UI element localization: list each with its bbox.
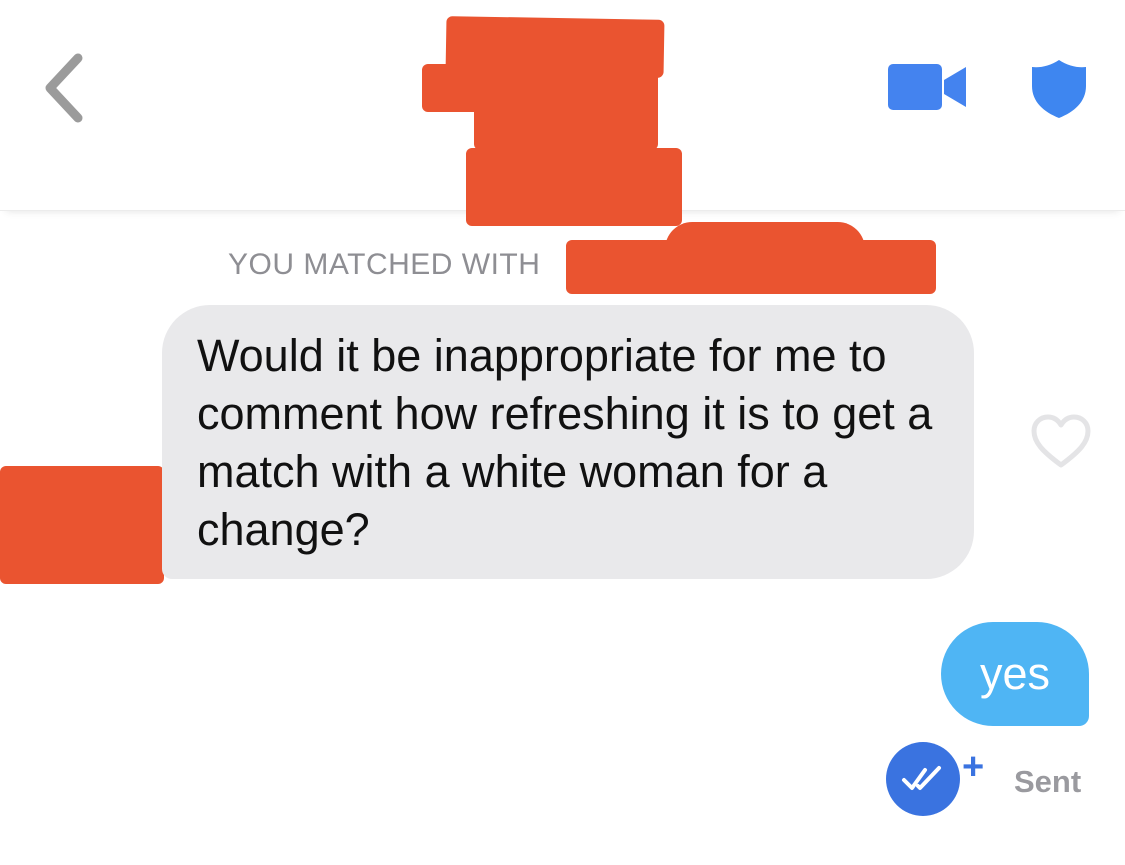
match-banner-label: YOU MATCHED WITH — [228, 248, 541, 281]
redacted-match-name — [665, 222, 865, 252]
incoming-message-bubble[interactable]: Would it be inappropriate for me to comm… — [162, 305, 974, 579]
incoming-message-text: Would it be inappropriate for me to comm… — [197, 330, 933, 555]
outgoing-message-bubble[interactable]: yes — [941, 622, 1089, 726]
message-status: Sent — [1014, 764, 1082, 799]
shield-icon — [1032, 60, 1086, 118]
chevron-left-icon — [45, 53, 83, 123]
redacted-profile-photo — [474, 100, 658, 150]
read-receipt-button[interactable] — [886, 742, 960, 816]
safety-toolkit-button[interactable] — [1030, 58, 1088, 120]
double-check-icon — [902, 766, 941, 790]
plus-icon[interactable]: + — [962, 748, 984, 786]
chat-screen: YOU MATCHED WITH Would it be inappropria… — [0, 0, 1125, 865]
video-camera-icon — [888, 64, 966, 110]
redacted-sender-avatar — [0, 466, 164, 584]
redacted-profile-name — [466, 148, 682, 226]
video-call-button[interactable] — [886, 62, 968, 112]
like-message-button[interactable] — [1030, 413, 1092, 471]
heart-outline-icon — [1031, 414, 1091, 468]
back-button[interactable] — [38, 48, 98, 128]
outgoing-message-text: yes — [979, 648, 1051, 699]
